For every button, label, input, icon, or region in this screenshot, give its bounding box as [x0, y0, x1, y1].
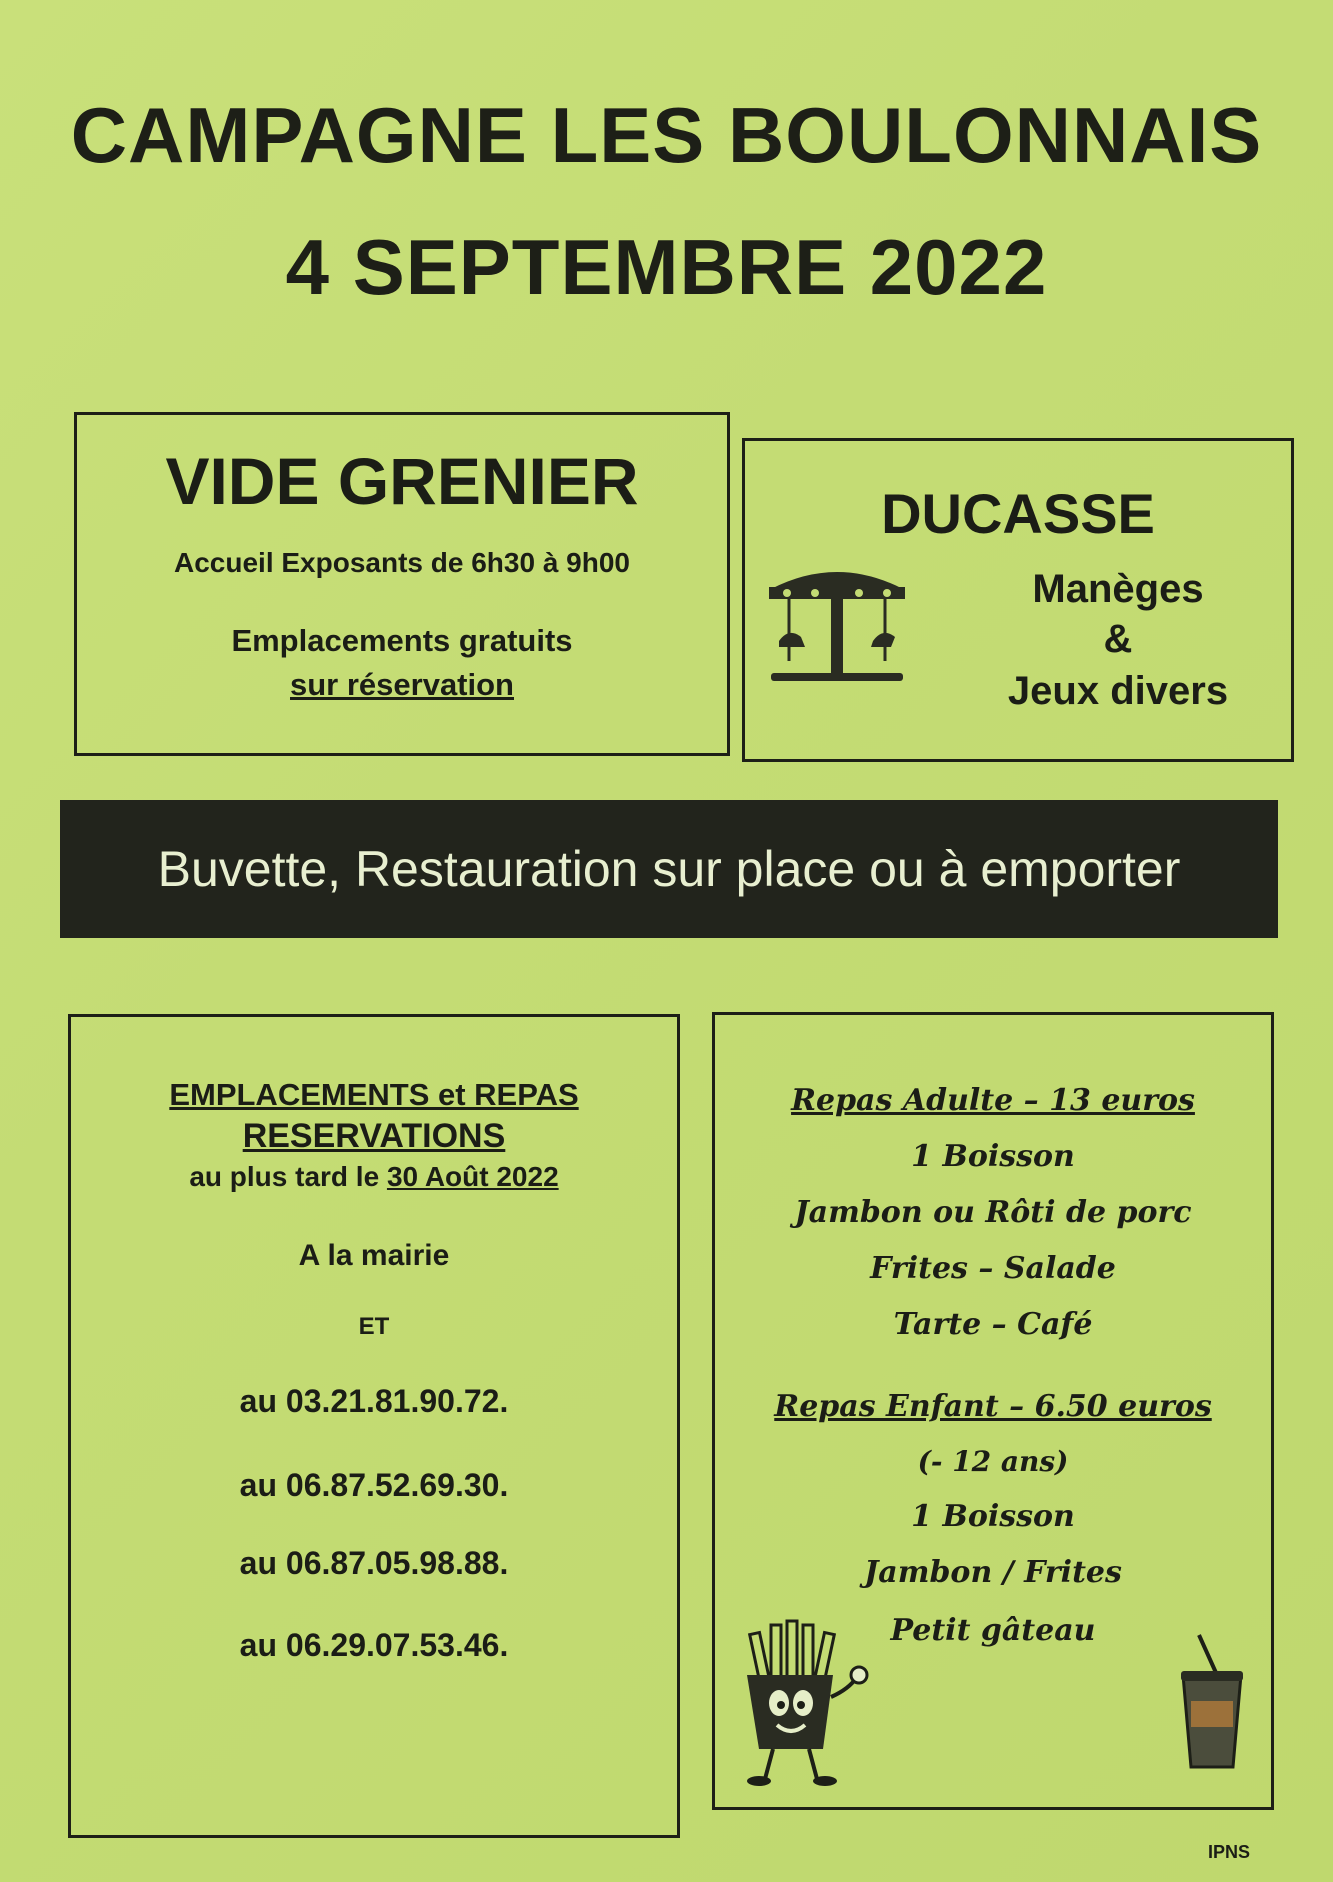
adult-meal-title: Repas Adulte – 13 euros — [791, 1083, 1195, 1118]
ducasse-title: DUCASSE — [881, 482, 1155, 545]
phone-number: au 06.87.52.69.30. — [239, 1467, 509, 1503]
menu-item: Jambon / Frites — [864, 1555, 1122, 1590]
reservations-box: EMPLACEMENTS et REPAS RESERVATIONS au pl… — [68, 1014, 680, 1838]
menu-box: Repas Adulte – 13 euros 1 Boisson Jambon… — [712, 1012, 1274, 1810]
fries-mascot-icon — [747, 1619, 869, 1786]
reservations-subheading: RESERVATIONS — [242, 1117, 506, 1155]
vide-grenier-title: VIDE GRENIER — [165, 444, 639, 518]
et-text: ET — [358, 1313, 390, 1340]
menu-item: (- 12 ans) — [917, 1445, 1069, 1478]
vide-grenier-box: VIDE GRENIER Accueil Exposants de 6h30 à… — [74, 412, 730, 756]
ampersand-text: & — [1103, 617, 1133, 661]
ducasse-box: DUCASSE Manèges & Jeux divers — [742, 438, 1294, 762]
menu-item: Jambon ou Rôti de porc — [794, 1195, 1192, 1230]
child-meal-title: Repas Enfant – 6.50 euros — [774, 1389, 1212, 1424]
menu-item: 1 Boisson — [911, 1499, 1075, 1534]
jeux-divers-text: Jeux divers — [1007, 669, 1229, 713]
drink-cup-icon — [1181, 1634, 1243, 1769]
mairie-text: A la mairie — [298, 1239, 450, 1272]
buvette-banner: Buvette, Restauration sur place ou à emp… — [60, 800, 1278, 938]
emplacements-text: Emplacements gratuits — [231, 623, 573, 658]
ipns-label: IPNS — [1208, 1842, 1251, 1862]
phone-number: au 06.29.07.53.46. — [239, 1627, 509, 1663]
carousel-icon — [769, 572, 905, 681]
maneges-text: Manèges — [1032, 567, 1204, 611]
menu-item: Tarte – Café — [893, 1307, 1093, 1342]
poster-title: CAMPAGNE LES BOULONNAIS — [70, 91, 1263, 179]
reservation-text: sur réservation — [290, 667, 514, 702]
phone-number: au 06.87.05.98.88. — [239, 1545, 509, 1581]
menu-item: 1 Boisson — [911, 1139, 1075, 1174]
poster-date: 4 SEPTEMBRE 2022 — [285, 223, 1048, 311]
phone-number: au 03.21.81.90.72. — [239, 1383, 509, 1419]
menu-item: Frites – Salade — [870, 1251, 1116, 1286]
accueil-text: Accueil Exposants de 6h30 à 9h00 — [174, 547, 630, 578]
deadline-text: au plus tard le 30 Août 2022 — [189, 1161, 559, 1192]
reservations-heading: EMPLACEMENTS et REPAS — [169, 1077, 579, 1112]
